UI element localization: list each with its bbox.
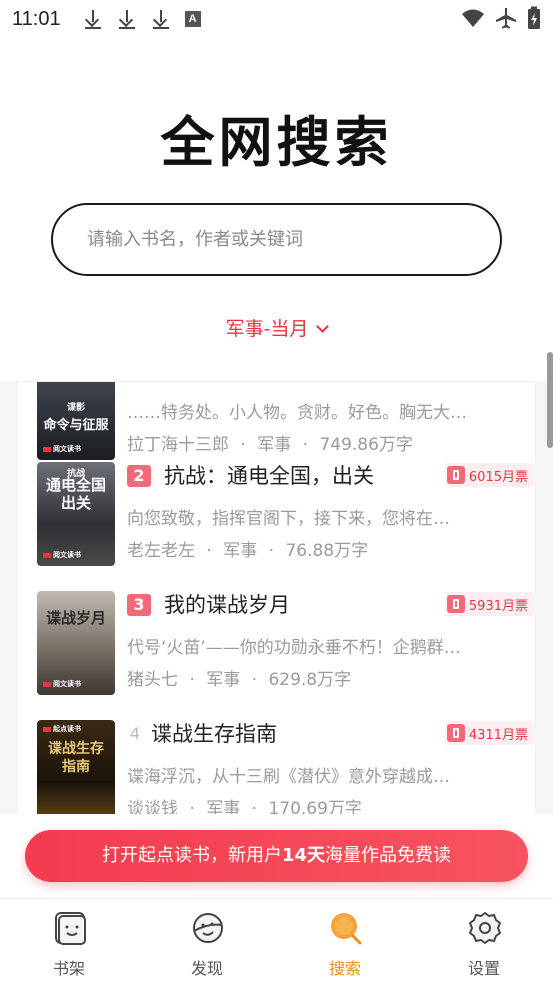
ticket-count: 5931月票 bbox=[468, 598, 528, 614]
meta-separator: · bbox=[189, 799, 195, 814]
book-category: 军事 bbox=[206, 670, 241, 690]
book-category: 军事 bbox=[223, 541, 258, 561]
book-meta: 老左老左 · 军事 · 76.88万字 bbox=[127, 536, 368, 561]
book-title: 谍战生存指南 bbox=[151, 722, 277, 746]
book-author: 猪头七 bbox=[127, 670, 178, 690]
ticket-icon bbox=[446, 466, 465, 484]
ticket-count: 4311月票 bbox=[468, 727, 528, 743]
book-meta: 猪头七 · 军事 · 629.8万字 bbox=[127, 665, 351, 690]
tab-discover[interactable]: 发现 bbox=[147, 899, 267, 983]
download-icon bbox=[151, 8, 171, 30]
search-icon bbox=[331, 913, 362, 945]
wifi-icon bbox=[462, 9, 484, 27]
list-item[interactable]: 谍战岁月 阅文读书 3 我的谍战岁月 5931月票 代号‘火苗’——你的功勋永垂… bbox=[37, 591, 534, 721]
bottom-tab-bar: 书架 发现 搜索 设置 bbox=[0, 898, 553, 983]
tab-label: 书架 bbox=[52, 959, 85, 978]
tab-label: 发现 bbox=[190, 959, 223, 978]
rank-badge: 4 bbox=[129, 724, 141, 743]
rank-badge: 3 bbox=[127, 594, 151, 616]
book-author: 谈谈钱 bbox=[127, 799, 178, 814]
ticket-icon bbox=[446, 595, 465, 613]
cover-publisher: 阅文读书 bbox=[43, 444, 81, 454]
meta-separator: · bbox=[268, 541, 275, 561]
book-meta: 谈谈钱 · 军事 · 170.69万字 bbox=[127, 794, 362, 814]
cover-title: 通电全国 出关 bbox=[45, 476, 106, 512]
chevron-down-icon bbox=[316, 320, 330, 333]
book-words: 170.69万字 bbox=[268, 799, 362, 814]
search-box[interactable] bbox=[51, 203, 502, 276]
cover-publisher: 阅文读书 bbox=[43, 550, 81, 560]
book-desc: ……特务处。小人物。贪财。好色。胸无大… bbox=[127, 403, 467, 423]
book-category: 军事 bbox=[206, 799, 241, 814]
book-cover: 抗战 通电全国 出关 阅文读书 bbox=[37, 462, 115, 566]
monthly-ticket-badge: 5931月票 bbox=[444, 592, 534, 616]
battery-charging-icon bbox=[528, 6, 540, 29]
ranking-list[interactable]: 谍影 命令与征服 阅文读书 ……特务处。小人物。贪财。好色。胸无大… 拉丁海十三… bbox=[18, 382, 535, 814]
monthly-ticket-badge: 6015月票 bbox=[444, 463, 534, 487]
a-icon: A bbox=[184, 11, 201, 27]
tab-search[interactable]: 搜索 bbox=[285, 899, 405, 983]
search-input[interactable] bbox=[87, 205, 467, 274]
filter-label: 军事-当月 bbox=[225, 318, 309, 340]
download-icon bbox=[117, 8, 137, 30]
book-cover: 谍影 命令与征服 阅文读书 bbox=[37, 382, 115, 460]
cover-publisher: 阅文读书 bbox=[43, 679, 81, 689]
book-desc: 代号‘火苗’——你的功勋永垂不朽！企鹅群… bbox=[127, 638, 461, 658]
tab-label: 搜索 bbox=[328, 959, 361, 978]
cover-title: 谍战岁月 bbox=[45, 609, 106, 627]
settings-gear-icon bbox=[469, 912, 501, 944]
cta-text: 打开起点读书，新用户 bbox=[101, 845, 282, 866]
page-title: 全网搜索 bbox=[160, 111, 393, 174]
monthly-ticket-badge: 4311月票 bbox=[444, 721, 534, 745]
cover-title: 命令与征服 bbox=[43, 418, 109, 433]
cover-publisher: 起点读书 bbox=[43, 724, 81, 734]
ticket-count: 6015月票 bbox=[468, 469, 528, 485]
ticket-icon bbox=[446, 724, 465, 742]
open-app-cta-button[interactable]: 打开起点读书，新用户14天海量作品免费读 bbox=[25, 830, 528, 882]
meta-separator: · bbox=[251, 799, 258, 814]
airplane-icon bbox=[496, 8, 516, 29]
list-item[interactable]: 谍战生存指南 起点读书 4 谍战生存指南 4311月票 谍海浮沉，从十三刷《潜伏… bbox=[37, 720, 534, 814]
bookshelf-icon bbox=[55, 912, 86, 945]
list-item[interactable]: 抗战 通电全国 出关 阅文读书 2 抗战：通电全国，出关 6015月票 向您致敬… bbox=[37, 462, 534, 592]
book-author: 拉丁海十三郎 bbox=[127, 435, 229, 455]
meta-separator: · bbox=[189, 670, 195, 690]
rank-badge: 2 bbox=[127, 465, 151, 487]
book-words: 629.8万字 bbox=[268, 670, 352, 690]
tab-label: 设置 bbox=[467, 959, 500, 978]
book-words: 76.88万字 bbox=[285, 541, 369, 561]
meta-separator: · bbox=[302, 435, 309, 455]
book-title: 抗战：通电全国，出关 bbox=[164, 464, 374, 488]
cta-text: 海量作品免费读 bbox=[325, 845, 452, 866]
meta-separator: · bbox=[240, 435, 246, 455]
cover-subtitle: 谍影 bbox=[66, 403, 85, 413]
book-cover: 谍战岁月 阅文读书 bbox=[37, 591, 115, 695]
book-meta: 拉丁海十三郎 · 军事 · 749.86万字 bbox=[127, 430, 413, 455]
book-words: 749.86万字 bbox=[319, 435, 413, 455]
book-desc: 谍海浮沉，从十三刷《潜伏》意外穿越成… bbox=[127, 767, 450, 787]
book-cover: 谍战生存指南 起点读书 bbox=[37, 720, 115, 814]
tab-bookshelf[interactable]: 书架 bbox=[9, 899, 129, 983]
cta-highlight: 14天 bbox=[281, 845, 326, 866]
meta-separator: · bbox=[251, 670, 258, 690]
tab-settings[interactable]: 设置 bbox=[424, 899, 544, 983]
discover-planet-icon bbox=[193, 913, 223, 943]
status-time: 11:01 bbox=[12, 7, 61, 30]
book-desc: 向您致敬，指挥官阁下，接下来，您将在… bbox=[127, 509, 450, 529]
ranking-filter-dropdown[interactable]: 军事-当月 bbox=[0, 314, 553, 341]
book-author: 老左老左 bbox=[127, 541, 195, 561]
status-bar: 11:01 A bbox=[0, 0, 553, 38]
cover-title: 谍战生存指南 bbox=[48, 741, 104, 775]
download-icon bbox=[83, 8, 103, 30]
book-category: 军事 bbox=[257, 435, 292, 455]
book-title: 我的谍战岁月 bbox=[164, 593, 290, 617]
meta-separator: · bbox=[206, 541, 212, 561]
scrollbar[interactable] bbox=[547, 352, 553, 448]
